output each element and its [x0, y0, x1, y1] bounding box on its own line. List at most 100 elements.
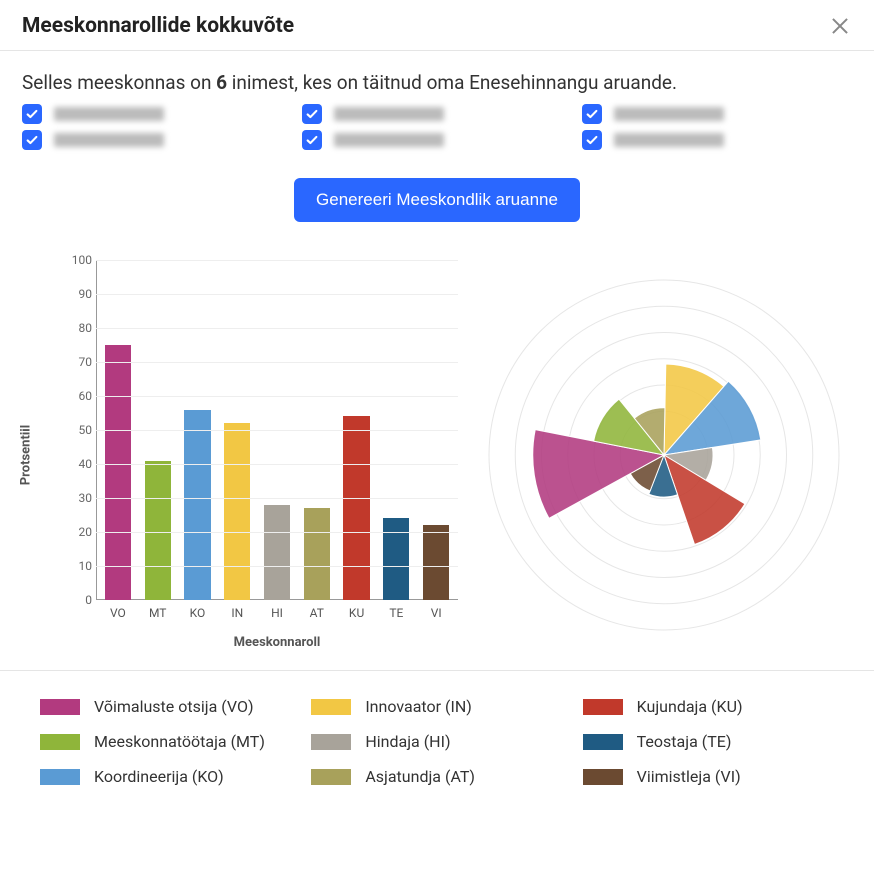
person-row [582, 130, 852, 150]
legend-swatch [40, 699, 80, 715]
legend-swatch [40, 769, 80, 785]
generate-row: Genereeri Meeskondlik aruanne [22, 178, 852, 222]
bar-plot-area: VOMTKOINHIATKUTEVI 010203040506070809010… [96, 260, 458, 600]
person-checkbox[interactable] [22, 130, 42, 150]
y-tick-label: 0 [62, 593, 92, 607]
legend-swatch [583, 769, 623, 785]
legend-label: Meeskonnatöötaja (MT) [94, 732, 265, 751]
legend-item-mt: Meeskonnatöötaja (MT) [40, 732, 291, 751]
y-tick-label: 100 [62, 253, 92, 267]
grid-line [96, 328, 458, 329]
person-name-redacted [54, 133, 164, 147]
legend-item-ku: Kujundaja (KU) [583, 697, 834, 716]
y-tick-label: 70 [62, 355, 92, 369]
legend-swatch [40, 734, 80, 750]
grid-line [96, 566, 458, 567]
x-tick-label: AT [297, 606, 337, 620]
legend-swatch [583, 734, 623, 750]
person-row [582, 104, 852, 124]
x-tick-label: VI [416, 606, 456, 620]
legend-item-ko: Koordineerija (KO) [40, 767, 291, 786]
legend-item-vo: Võimaluste otsija (VO) [40, 697, 291, 716]
person-row [302, 104, 572, 124]
x-tick-label: VO [98, 606, 138, 620]
bar-at [304, 508, 330, 600]
legend-item-vi: Viimistleja (VI) [583, 767, 834, 786]
legend-item-hi: Hindaja (HI) [311, 732, 562, 751]
legend-grid: Võimaluste otsija (VO) Innovaator (IN) Kuj… [40, 697, 834, 786]
person-row [22, 104, 292, 124]
grid-line [96, 430, 458, 431]
people-grid [22, 104, 852, 150]
person-checkbox[interactable] [302, 130, 322, 150]
x-tick-label: KU [337, 606, 377, 620]
y-tick-label: 20 [62, 525, 92, 539]
legend-label: Hindaja (HI) [365, 732, 450, 751]
summary-sentence: Selles meeskonnas on 6 inimest, kes on t… [22, 71, 852, 94]
bar-ku [343, 416, 369, 600]
person-name-redacted [54, 107, 164, 121]
modal-header: Meeskonnarollide kokkuvõte [0, 0, 874, 51]
legend-item-in: Innovaator (IN) [311, 697, 562, 716]
y-tick-label: 60 [62, 389, 92, 403]
y-tick-label: 30 [62, 491, 92, 505]
bar-vo [105, 345, 131, 600]
legend-swatch [311, 699, 351, 715]
grid-line [96, 464, 458, 465]
person-name-redacted [334, 107, 444, 121]
x-tick-label: MT [138, 606, 178, 620]
legend-label: Koordineerija (KO) [94, 767, 224, 786]
grid-line [96, 362, 458, 363]
legend-section: Võimaluste otsija (VO) Innovaator (IN) Kuj… [0, 670, 874, 816]
bar-chart: Protsentiil VOMTKOINHIATKUTEVI 010203040… [34, 260, 464, 650]
legend-label: Kujundaja (KU) [637, 697, 743, 716]
y-tick-label: 80 [62, 321, 92, 335]
x-tick-label: KO [178, 606, 218, 620]
x-tick-label: TE [376, 606, 416, 620]
summary-count: 6 [216, 71, 227, 94]
summary-pre: Selles meeskonnas on [22, 71, 216, 94]
grid-line [96, 396, 458, 397]
person-checkbox[interactable] [582, 130, 602, 150]
bar-hi [264, 505, 290, 600]
legend-swatch [583, 699, 623, 715]
bar-in [224, 423, 250, 600]
y-tick-label: 90 [62, 287, 92, 301]
charts-row: Protsentiil VOMTKOINHIATKUTEVI 010203040… [22, 260, 852, 664]
grid-line [96, 260, 458, 261]
summary-post: inimest, kes on täitnud oma Enesehinnang… [227, 71, 677, 94]
legend-label: Teostaja (TE) [637, 732, 732, 751]
y-axis-label: Protsentiil [19, 425, 34, 485]
person-row [22, 130, 292, 150]
close-icon[interactable] [828, 14, 852, 38]
grid-line [96, 294, 458, 295]
legend-label: Asjatundja (AT) [365, 767, 475, 786]
person-checkbox[interactable] [22, 104, 42, 124]
legend-label: Viimistleja (VI) [637, 767, 741, 786]
bar-ko [184, 410, 210, 600]
grid-line [96, 498, 458, 499]
team-roles-modal: Meeskonnarollide kokkuvõte Selles meesko… [0, 0, 874, 816]
x-tick-label: HI [257, 606, 297, 620]
legend-label: Võimaluste otsija (VO) [94, 697, 254, 716]
person-checkbox[interactable] [302, 104, 322, 124]
generate-report-button[interactable]: Genereeri Meeskondlik aruanne [294, 178, 580, 222]
y-tick-label: 50 [62, 423, 92, 437]
person-checkbox[interactable] [582, 104, 602, 124]
y-tick-label: 10 [62, 559, 92, 573]
person-name-redacted [334, 133, 444, 147]
legend-swatch [311, 769, 351, 785]
legend-swatch [311, 734, 351, 750]
y-tick-label: 40 [62, 457, 92, 471]
legend-item-at: Asjatundja (AT) [311, 767, 562, 786]
modal-body: Selles meeskonnas on 6 inimest, kes on t… [0, 51, 874, 670]
person-name-redacted [614, 133, 724, 147]
bar-te [383, 518, 409, 600]
modal-title: Meeskonnarollide kokkuvõte [22, 14, 294, 38]
legend-label: Innovaator (IN) [365, 697, 471, 716]
rose-svg [474, 265, 854, 645]
person-row [302, 130, 572, 150]
person-name-redacted [614, 107, 724, 121]
rose-chart [474, 260, 854, 650]
x-tick-label: IN [217, 606, 257, 620]
